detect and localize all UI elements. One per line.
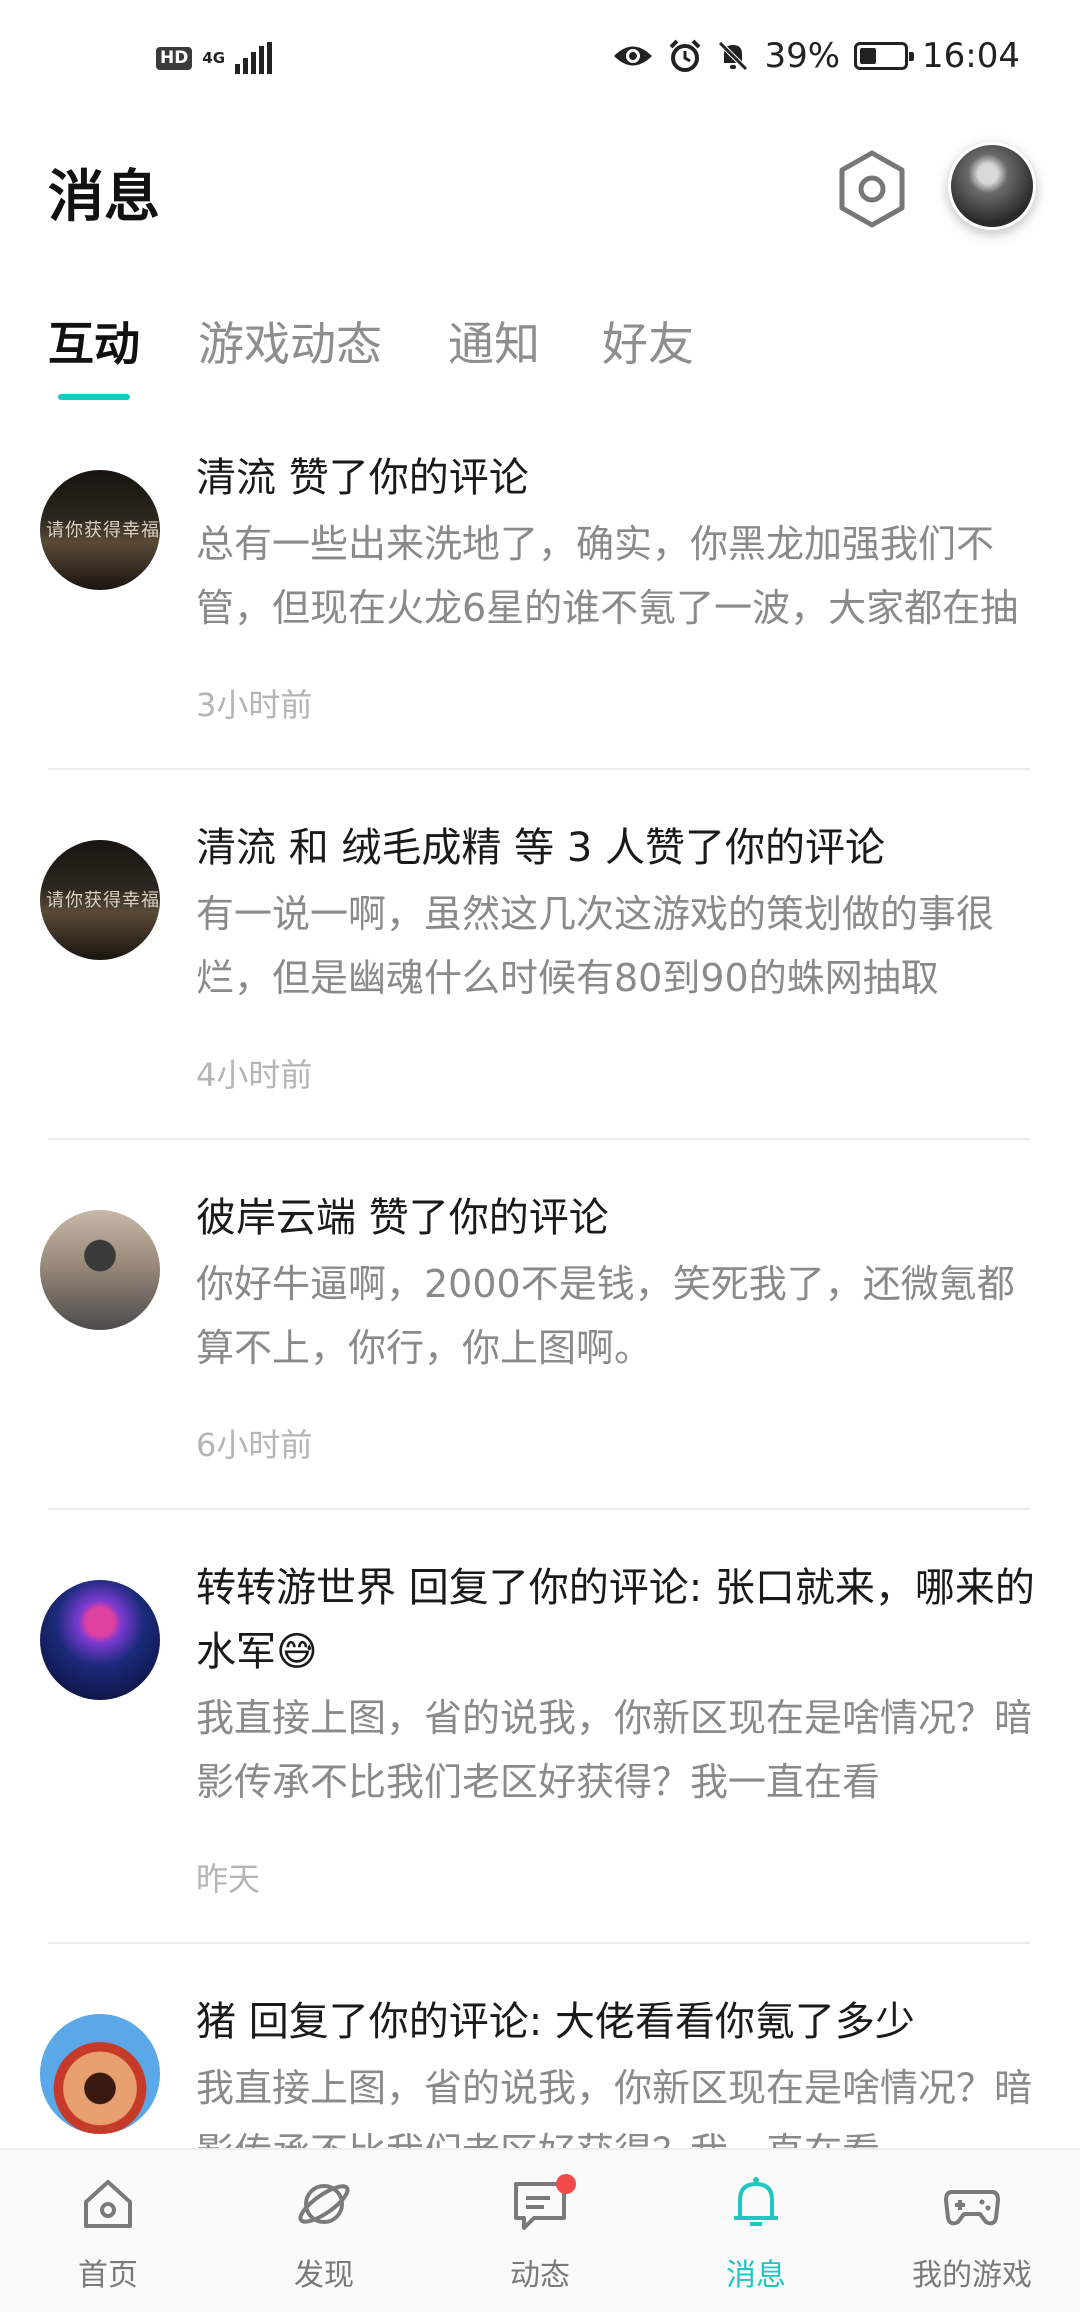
- list-item[interactable]: 转转游世界 回复了你的评论: 张口就来，哪来的水军😅 我直接上图，省的说我，你新…: [0, 1510, 1080, 1944]
- nav-messages[interactable]: 消息: [648, 2150, 864, 2312]
- user-avatar[interactable]: [948, 142, 1036, 230]
- message-time: 昨天: [196, 1860, 261, 1898]
- tab-notifications[interactable]: 通知: [448, 308, 540, 374]
- nav-label: 消息: [726, 2258, 786, 2293]
- nav-my-games[interactable]: 我的游戏: [864, 2150, 1080, 2312]
- message-tabs: 互动 游戏动态 通知 好友: [0, 300, 1080, 410]
- message-time: 4小时前: [196, 1056, 313, 1094]
- avatar[interactable]: [40, 2014, 160, 2134]
- message-actor: 清流 赞了你的评论: [196, 455, 529, 501]
- message-actor: 猪 回复了你的评论: 大佬看看你氪了多少: [196, 1999, 915, 2045]
- message-content: 我直接上图，省的说我，你新区现在是啥情况？暗影传承不比我们老区好获得？我一直在看: [196, 1696, 1032, 1804]
- list-item[interactable]: 猪 回复了你的评论: 大佬看看你氪了多少 我直接上图，省的说我，你新区现在是啥情…: [0, 1944, 1080, 2148]
- message-time: 6小时前: [196, 1426, 313, 1464]
- message-actor: 清流 和 绒毛成精 等 3 人赞了你的评论: [196, 825, 886, 871]
- avatar[interactable]: [40, 1580, 160, 1700]
- active-tab-indicator: [58, 394, 130, 400]
- battery-percent: 39%: [764, 36, 841, 76]
- avatar-caption: 请你获得幸福!!: [46, 520, 160, 541]
- network-type: 4G: [202, 48, 226, 67]
- tab-friends[interactable]: 好友: [602, 308, 694, 374]
- page-title: 消息: [48, 165, 160, 230]
- message-content: 你好牛逼啊，2000不是钱，笑死我了，还微氪都算不上，你行，你上图啊。: [196, 1262, 1015, 1370]
- signal-icon: [235, 42, 273, 74]
- header: 消息: [0, 130, 1080, 250]
- message-content: 有一说一啊，虽然这几次这游戏的策划做的事很烂，但是幽魂什么时候有80到90的蛛网…: [196, 892, 995, 1000]
- nav-label: 我的游戏: [912, 2258, 1032, 2293]
- message-time: 3小时前: [196, 686, 313, 724]
- message-content: 我直接上图，省的说我，你新区现在是啥情况？暗影传承不比我们老区好获得？我一直在看: [196, 2066, 1032, 2148]
- settings-icon: [839, 150, 905, 228]
- hd-badge: HD: [156, 46, 193, 70]
- bell-icon: [734, 2177, 778, 2226]
- eye-icon: [614, 46, 653, 66]
- avatar[interactable]: [40, 1210, 160, 1330]
- status-bar: HD 4G 39% 16:04: [0, 0, 1080, 120]
- avatar[interactable]: 请你获得幸福!!: [40, 470, 160, 590]
- nav-home[interactable]: 首页: [0, 2150, 216, 2312]
- gamepad-icon: [944, 2190, 1000, 2226]
- nav-label: 发现: [294, 2258, 354, 2293]
- notification-dot: [556, 2174, 576, 2194]
- nav-label: 动态: [510, 2258, 570, 2293]
- message-content: 总有一些出来洗地了，确实，你黑龙加强我们不管，但现在火龙6星的谁不氪了一波，大家…: [196, 522, 1019, 630]
- nav-discover[interactable]: 发现: [216, 2150, 432, 2312]
- nav-feed[interactable]: 动态: [432, 2150, 648, 2312]
- mute-bell-icon: [718, 41, 749, 71]
- home-icon: [84, 2180, 132, 2228]
- message-actor: 彼岸云端 赞了你的评论: [196, 1195, 609, 1241]
- list-item[interactable]: 请你获得幸福!! 清流 和 绒毛成精 等 3 人赞了你的评论 有一说一啊，虽然这…: [0, 770, 1080, 1140]
- avatar-caption: 请你获得幸福!!: [46, 890, 160, 911]
- battery-icon: [854, 42, 915, 70]
- bottom-navigation: 首页 发现 动态 消息 我的游戏: [0, 2148, 1080, 2312]
- list-item[interactable]: 请你获得幸福!! 清流 赞了你的评论 总有一些出来洗地了，确实，你黑龙加强我们不…: [0, 430, 1080, 770]
- avatar[interactable]: 请你获得幸福!!: [40, 840, 160, 960]
- settings-button[interactable]: [832, 144, 912, 234]
- nav-label: 首页: [78, 2258, 138, 2293]
- message-actor: 转转游世界 回复了你的评论: 张口就来，哪来的水军😅: [196, 1565, 1035, 1675]
- tab-interactions[interactable]: 互动: [48, 308, 140, 374]
- planet-icon: [298, 2184, 350, 2224]
- list-item[interactable]: 彼岸云端 赞了你的评论 你好牛逼啊，2000不是钱，笑死我了，还微氪都算不上，你…: [0, 1140, 1080, 1510]
- clock: 16:04: [922, 36, 1020, 76]
- tab-game-updates[interactable]: 游戏动态: [198, 308, 382, 374]
- alarm-icon: [670, 39, 701, 72]
